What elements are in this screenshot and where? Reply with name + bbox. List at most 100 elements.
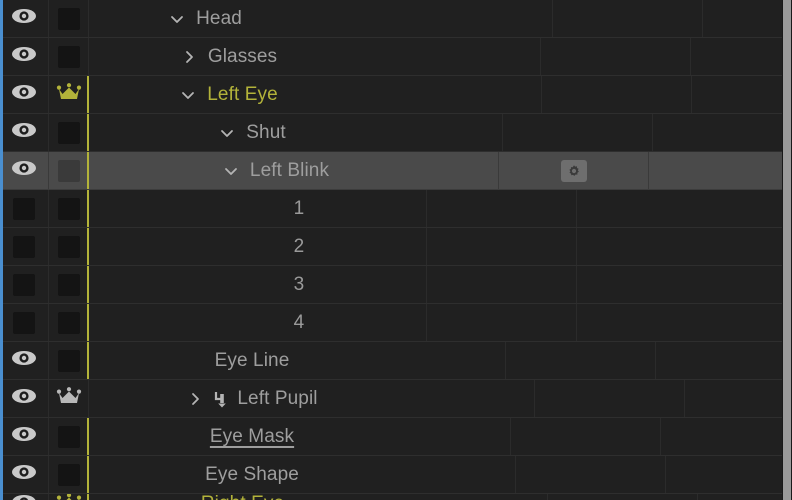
solo-empty-box[interactable] bbox=[57, 349, 80, 372]
layer-switches-cell[interactable] bbox=[542, 76, 692, 113]
solo-toggle-cell[interactable] bbox=[49, 0, 89, 37]
solo-empty-box[interactable] bbox=[57, 197, 80, 220]
layer-name-cell[interactable]: Left Blink bbox=[89, 152, 500, 189]
visibility-toggle-cell[interactable] bbox=[0, 418, 49, 455]
layer-name-cell[interactable]: 4 bbox=[89, 304, 428, 341]
solo-toggle-cell[interactable] bbox=[49, 76, 89, 113]
solo-toggle-cell[interactable] bbox=[49, 380, 89, 417]
layer-switches-cell[interactable] bbox=[427, 304, 578, 341]
visibility-toggle-cell[interactable] bbox=[0, 114, 49, 151]
layer-name-cell[interactable]: Eye Mask bbox=[89, 418, 512, 455]
visibility-toggle-cell[interactable] bbox=[0, 456, 49, 493]
solo-toggle-cell[interactable] bbox=[49, 418, 89, 455]
solo-toggle-cell[interactable] bbox=[49, 152, 89, 189]
layer-row[interactable]: Glasses bbox=[0, 38, 782, 76]
layer-name-cell[interactable]: Head bbox=[89, 0, 553, 37]
solo-toggle-cell[interactable] bbox=[49, 494, 89, 500]
layer-switches-cell[interactable] bbox=[499, 152, 650, 189]
layer-name-cell[interactable]: Glasses bbox=[89, 38, 542, 75]
solo-empty-box[interactable] bbox=[57, 311, 80, 334]
crown-icon[interactable] bbox=[56, 386, 82, 411]
solo-toggle-cell[interactable] bbox=[49, 304, 89, 341]
solo-empty-box[interactable] bbox=[57, 273, 80, 296]
chevron-down-icon[interactable] bbox=[179, 86, 197, 104]
eye-icon[interactable] bbox=[11, 426, 37, 447]
eye-icon[interactable] bbox=[11, 8, 37, 29]
eye-icon[interactable] bbox=[11, 84, 37, 105]
eye-icon[interactable] bbox=[11, 160, 37, 181]
solo-toggle-cell[interactable] bbox=[49, 38, 89, 75]
solo-empty-box[interactable] bbox=[57, 463, 80, 486]
visibility-empty-box[interactable] bbox=[13, 197, 35, 220]
solo-empty-box[interactable] bbox=[57, 159, 80, 182]
layer-switches-cell[interactable] bbox=[535, 380, 685, 417]
layer-switches-cell[interactable] bbox=[541, 38, 692, 75]
chevron-right-icon[interactable] bbox=[186, 390, 204, 408]
visibility-toggle-cell[interactable] bbox=[0, 266, 49, 303]
chevron-down-icon[interactable] bbox=[222, 162, 240, 180]
chevron-down-icon[interactable] bbox=[173, 495, 191, 500]
layer-name-cell[interactable]: Eye Shape bbox=[89, 456, 516, 493]
visibility-toggle-cell[interactable] bbox=[0, 494, 49, 500]
layer-row[interactable]: 2 bbox=[0, 228, 782, 266]
vertical-scrollbar[interactable] bbox=[782, 0, 792, 500]
layer-row[interactable]: 3 bbox=[0, 266, 782, 304]
layer-switches-cell[interactable] bbox=[516, 456, 666, 493]
layer-row[interactable]: Left Blink bbox=[0, 152, 782, 190]
visibility-toggle-cell[interactable] bbox=[0, 342, 49, 379]
visibility-toggle-cell[interactable] bbox=[0, 38, 49, 75]
layer-row[interactable]: Eye Line bbox=[0, 342, 782, 380]
layer-row[interactable]: Left Eye bbox=[0, 76, 782, 114]
layer-switches-cell[interactable] bbox=[553, 0, 703, 37]
eye-icon[interactable] bbox=[11, 350, 37, 371]
layer-switches-cell[interactable] bbox=[511, 418, 662, 455]
visibility-toggle-cell[interactable] bbox=[0, 228, 49, 265]
layer-name-cell[interactable]: Right Eye bbox=[89, 494, 549, 500]
chevron-right-icon[interactable] bbox=[180, 48, 198, 66]
visibility-toggle-cell[interactable] bbox=[0, 76, 49, 113]
layer-switches-cell[interactable] bbox=[427, 228, 578, 265]
layer-name-cell[interactable]: 2 bbox=[89, 228, 428, 265]
visibility-empty-box[interactable] bbox=[13, 311, 35, 334]
layer-switches-cell[interactable] bbox=[427, 266, 578, 303]
layer-row[interactable]: Eye Mask bbox=[0, 418, 782, 456]
layer-row[interactable]: Right Eye bbox=[0, 494, 782, 500]
eye-icon[interactable] bbox=[11, 464, 37, 485]
visibility-toggle-cell[interactable] bbox=[0, 380, 49, 417]
solo-toggle-cell[interactable] bbox=[49, 114, 89, 151]
solo-empty-box[interactable] bbox=[57, 45, 80, 68]
gear-icon[interactable] bbox=[560, 159, 587, 182]
layer-name-cell[interactable]: 3 bbox=[89, 266, 428, 303]
visibility-toggle-cell[interactable] bbox=[0, 304, 49, 341]
layer-switches-cell[interactable] bbox=[503, 114, 653, 151]
solo-toggle-cell[interactable] bbox=[49, 342, 89, 379]
chevron-down-icon[interactable] bbox=[168, 10, 186, 28]
solo-toggle-cell[interactable] bbox=[49, 456, 89, 493]
crown-icon[interactable] bbox=[56, 82, 82, 107]
visibility-toggle-cell[interactable] bbox=[0, 0, 49, 37]
solo-empty-box[interactable] bbox=[57, 235, 80, 258]
eye-icon[interactable] bbox=[11, 494, 37, 500]
solo-empty-box[interactable] bbox=[57, 121, 80, 144]
layer-row[interactable]: Head bbox=[0, 0, 782, 38]
layer-row[interactable]: Shut bbox=[0, 114, 782, 152]
visibility-toggle-cell[interactable] bbox=[0, 152, 49, 189]
solo-empty-box[interactable] bbox=[57, 425, 80, 448]
layer-name-cell[interactable]: Left Eye bbox=[89, 76, 542, 113]
eye-icon[interactable] bbox=[11, 388, 37, 409]
visibility-empty-box[interactable] bbox=[13, 273, 35, 296]
layer-row[interactable]: Left Pupil bbox=[0, 380, 782, 418]
eye-icon[interactable] bbox=[11, 122, 37, 143]
eye-icon[interactable] bbox=[11, 46, 37, 67]
solo-toggle-cell[interactable] bbox=[49, 266, 89, 303]
layer-name-cell[interactable]: Left Pupil bbox=[89, 380, 535, 417]
solo-toggle-cell[interactable] bbox=[49, 228, 89, 265]
layer-row[interactable]: Eye Shape bbox=[0, 456, 782, 494]
layer-row[interactable]: 4 bbox=[0, 304, 782, 342]
visibility-empty-box[interactable] bbox=[13, 235, 35, 258]
layer-switches-cell[interactable] bbox=[506, 342, 657, 379]
layer-switches-cell[interactable] bbox=[427, 190, 578, 227]
crown-icon[interactable] bbox=[56, 494, 82, 500]
vertical-scrollbar-thumb[interactable] bbox=[783, 0, 791, 500]
layer-name-cell[interactable]: Eye Line bbox=[89, 342, 507, 379]
